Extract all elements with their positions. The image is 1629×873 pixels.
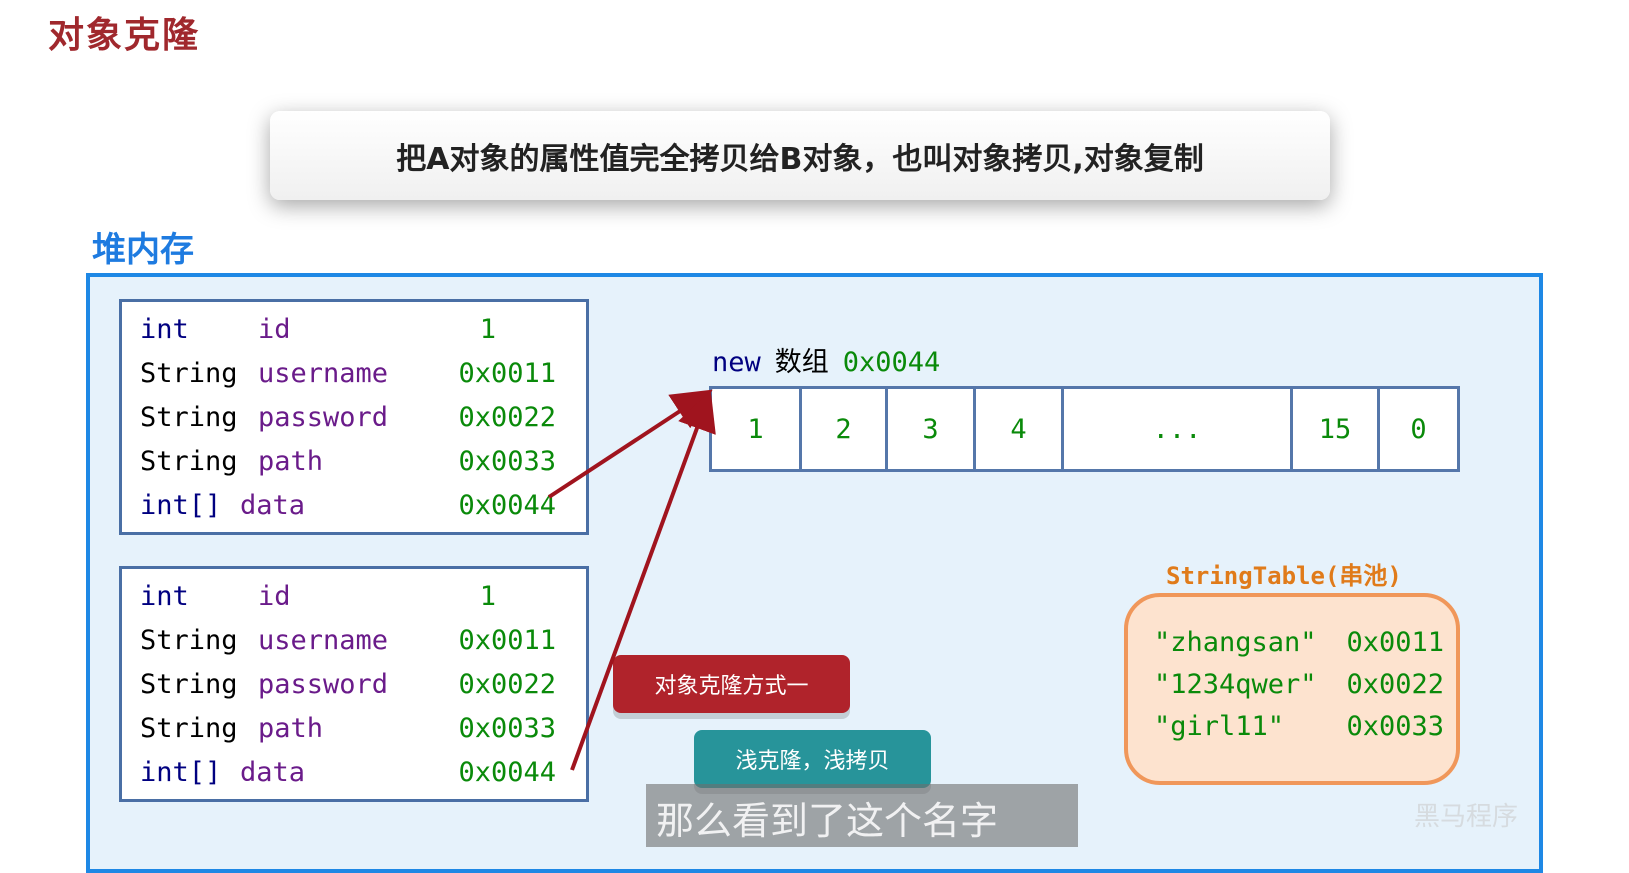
- field-row: String path 0x0033: [140, 446, 580, 490]
- subtitle-text: 那么看到了这个名字: [656, 799, 999, 843]
- field-value: 1: [479, 314, 496, 345]
- field-name: username: [258, 358, 389, 389]
- shallow-clone-button[interactable]: 浅克隆，浅拷贝: [694, 730, 931, 788]
- array-label: new 数组 0x0044: [712, 340, 940, 379]
- string-address: 0x0022: [1346, 669, 1444, 700]
- field-type: String: [140, 713, 238, 744]
- field-value: 0x0044: [458, 490, 556, 521]
- field-value: 0x0022: [458, 402, 556, 433]
- object-a: int id 1 String username 0x0011 String p…: [119, 299, 589, 535]
- string-table-box: "zhangsan" 0x0011 "1234qwer" 0x0022 "gir…: [1124, 593, 1460, 785]
- field-name: username: [258, 625, 389, 656]
- field-name: password: [258, 402, 389, 433]
- field-row: int[] data 0x0044: [140, 490, 580, 534]
- array-cell: 3: [888, 389, 976, 469]
- array-box: 1 2 3 4 ... 15 0: [709, 386, 1460, 472]
- field-name: id: [258, 314, 291, 345]
- page-title: 对象克隆: [48, 15, 201, 56]
- string-literal: "1234qwer": [1154, 669, 1317, 700]
- field-row: String password 0x0022: [140, 402, 580, 446]
- field-name: path: [258, 713, 324, 744]
- string-address: 0x0011: [1346, 627, 1444, 658]
- field-name: data: [240, 490, 306, 521]
- field-value: 0x0022: [458, 669, 556, 700]
- field-row: String password 0x0022: [140, 669, 580, 713]
- field-row: int[] data 0x0044: [140, 757, 580, 801]
- field-type: String: [140, 358, 238, 389]
- field-row: String username 0x0011: [140, 625, 580, 669]
- array-cell: 0: [1410, 413, 1427, 445]
- array-keyword: new: [712, 347, 761, 378]
- field-type: String: [140, 669, 238, 700]
- field-row: int id 1: [140, 314, 580, 358]
- string-literal: "girl11": [1154, 711, 1285, 742]
- definition-text: 把A对象的属性值完全拷贝给B对象，也叫对象拷贝,对象复制: [396, 141, 1204, 177]
- clone-method-one-button[interactable]: 对象克隆方式一: [613, 655, 850, 713]
- string-table-label: StringTable(串池): [1166, 562, 1402, 590]
- field-type: String: [140, 402, 238, 433]
- watermark: 黑马程序: [1414, 802, 1519, 832]
- array-cell: 15: [1293, 389, 1380, 469]
- field-value: 1: [479, 581, 496, 612]
- string-literal: "zhangsan": [1154, 627, 1317, 658]
- field-name: data: [240, 757, 306, 788]
- field-type: int[]: [140, 490, 222, 521]
- field-type: String: [140, 446, 238, 477]
- string-entry: "1234qwer" 0x0022: [1154, 669, 1444, 711]
- field-value: 0x0044: [458, 757, 556, 788]
- heap-label: 堆内存: [92, 230, 194, 270]
- field-name: path: [258, 446, 324, 477]
- field-value: 0x0011: [458, 358, 556, 389]
- field-row: int id 1: [140, 581, 580, 625]
- array-label-text: 数组: [774, 347, 829, 378]
- object-b: int id 1 String username 0x0011 String p…: [119, 566, 589, 802]
- string-entry: "girl11" 0x0033: [1154, 711, 1444, 753]
- field-type: int[]: [140, 757, 222, 788]
- field-type: int: [140, 314, 189, 345]
- field-type: int: [140, 581, 189, 612]
- field-row: String path 0x0033: [140, 713, 580, 757]
- string-address: 0x0033: [1346, 711, 1444, 742]
- array-address: 0x0044: [842, 347, 941, 378]
- field-value: 0x0011: [458, 625, 556, 656]
- field-type: String: [140, 625, 238, 656]
- field-row: String username 0x0011: [140, 358, 580, 402]
- video-subtitle: 那么看到了这个名字: [646, 784, 1078, 847]
- field-value: 0x0033: [458, 446, 556, 477]
- string-entry: "zhangsan" 0x0011: [1154, 627, 1444, 669]
- definition-banner: 把A对象的属性值完全拷贝给B对象，也叫对象拷贝,对象复制: [270, 111, 1330, 200]
- array-cell: ...: [1064, 389, 1293, 469]
- array-cell: 4: [976, 389, 1064, 469]
- array-cell: 1: [712, 389, 802, 469]
- field-name: id: [258, 581, 291, 612]
- field-name: password: [258, 669, 389, 700]
- field-value: 0x0033: [458, 713, 556, 744]
- array-cell: 2: [802, 389, 888, 469]
